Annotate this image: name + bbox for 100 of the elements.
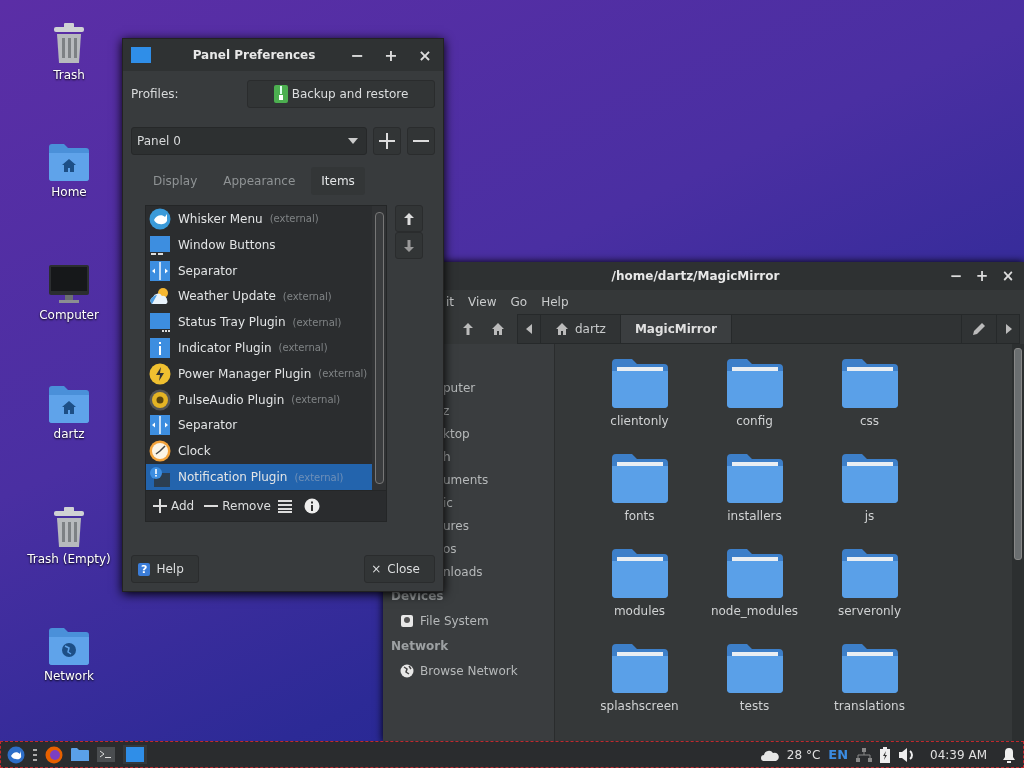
plugin-list-item[interactable]: Whisker Menu (external) — [146, 206, 372, 232]
plugin-list-item[interactable]: Indicator Plugin (external) — [146, 335, 372, 361]
sidebar-item[interactable]: uments — [443, 472, 489, 487]
plugin-list-item[interactable]: Clock — [146, 438, 372, 465]
menu-item[interactable]: View — [468, 295, 497, 309]
menu-item[interactable]: Help — [541, 295, 569, 309]
tab[interactable]: Items — [311, 167, 365, 195]
terminal-icon[interactable] — [97, 747, 115, 762]
folder-icon — [840, 358, 899, 408]
plugin-list-item[interactable]: Status Tray Plugin (external) — [146, 309, 372, 336]
folder-label[interactable]: clientonly — [610, 414, 669, 428]
pencil-icon[interactable] — [972, 322, 986, 336]
help-button[interactable]: ? Help — [131, 555, 199, 583]
window-title: /home/dartz/MagicMirror — [610, 269, 781, 283]
desktop-icon-label[interactable]: Network — [43, 669, 95, 683]
folder-icon — [725, 358, 784, 408]
folder-label[interactable]: config — [736, 414, 773, 428]
lightning-icon — [149, 362, 171, 385]
folder-label[interactable]: js — [864, 509, 875, 523]
remove-panel-button[interactable] — [407, 127, 435, 155]
right-arrow-icon[interactable] — [1004, 324, 1012, 334]
menu-item[interactable]: Go — [510, 295, 528, 309]
folder-label[interactable]: modules — [613, 604, 666, 618]
folder-label[interactable]: installers — [727, 509, 782, 523]
plugin-list-item[interactable]: Separator — [146, 257, 372, 284]
folder-label[interactable]: tests — [739, 699, 770, 713]
sidebar-item[interactable]: puter — [443, 380, 476, 395]
move-up-button[interactable] — [395, 205, 423, 232]
scrollbar[interactable] — [1012, 344, 1024, 742]
handle-icon[interactable] — [33, 747, 37, 762]
battery-icon[interactable] — [880, 746, 891, 763]
sidebar-item[interactable]: Browse Network — [420, 663, 518, 678]
info-icon[interactable] — [303, 498, 320, 514]
desktop-icon-label[interactable]: Home — [51, 185, 87, 199]
window-control-button[interactable]: + — [974, 267, 990, 285]
backup-button[interactable]: Backup and restore — [247, 80, 435, 108]
window-title: Panel Preferences — [191, 48, 317, 62]
folder-label[interactable]: serveronly — [837, 604, 902, 618]
keyboard-layout[interactable]: EN — [828, 747, 849, 762]
mouse-logo-icon[interactable] — [7, 745, 25, 764]
remove-button[interactable]: Remove — [201, 499, 274, 513]
clock[interactable]: 04:39 AM — [930, 747, 987, 762]
desktop-icon-label[interactable]: Trash — [53, 68, 85, 82]
folder-label[interactable]: splashscreen — [600, 699, 679, 713]
network-icon[interactable] — [856, 747, 873, 762]
window-control-button[interactable]: + — [379, 45, 403, 65]
home-icon — [555, 322, 569, 336]
sidebar-item[interactable]: File System — [420, 613, 489, 628]
sidebar-item[interactable]: ic — [443, 495, 453, 510]
window-control-button[interactable]: × — [1000, 267, 1016, 285]
plugin-list-item[interactable]: Power Manager Plugin (external) — [146, 360, 372, 387]
left-arrow-icon[interactable] — [525, 324, 533, 334]
path-button[interactable]: MagicMirror — [620, 315, 732, 343]
plugin-list-item[interactable]: Notification Plugin (external) — [146, 464, 372, 490]
desktop-icon-label[interactable]: Trash (Empty) — [27, 552, 111, 566]
browser-icon[interactable] — [45, 745, 63, 764]
plugin-list-item[interactable]: Separator — [146, 412, 372, 439]
tab[interactable]: Appearance — [213, 167, 306, 195]
plus-icon — [153, 499, 167, 513]
plugin-list-item[interactable]: PulseAudio Plugin (external) — [146, 386, 372, 413]
desktop-icon-label[interactable]: dartz — [53, 427, 85, 441]
menu-item[interactable]: it — [446, 295, 455, 309]
temperature[interactable]: 28 °C — [786, 747, 821, 762]
folder-label[interactable]: translations — [834, 699, 905, 713]
drive-icon — [400, 613, 414, 628]
tab[interactable]: Display — [143, 167, 208, 195]
folder-icon[interactable] — [71, 747, 89, 762]
move-down-button[interactable] — [395, 232, 423, 259]
globe-icon — [400, 663, 414, 678]
sidebar-item[interactable]: ures — [443, 518, 469, 533]
close-button[interactable]: × Close — [364, 555, 435, 583]
list-icon[interactable] — [277, 499, 292, 513]
folder-icon — [725, 453, 784, 503]
plugin-list-item[interactable]: Weather Update (external) — [146, 283, 372, 310]
sidebar-item[interactable]: ktop — [443, 426, 470, 441]
info-icon — [149, 336, 171, 359]
scrollbar[interactable] — [372, 206, 386, 490]
plugin-list-item[interactable]: Window Buttons — [146, 231, 372, 258]
up-arrow-icon[interactable] — [462, 322, 474, 336]
path-button[interactable]: dartz — [541, 315, 621, 343]
sidebar-item[interactable]: os — [443, 541, 457, 556]
app-icon — [131, 47, 151, 63]
add-button[interactable]: Add — [150, 499, 198, 513]
add-panel-button[interactable] — [373, 127, 401, 155]
sidebar-heading: Network — [390, 638, 450, 655]
desktop-icon-label[interactable]: Computer — [39, 308, 99, 322]
trash-icon — [51, 506, 87, 548]
home-folder-icon — [48, 143, 90, 181]
folder-label[interactable]: css — [859, 414, 880, 428]
bell-icon[interactable] — [1001, 746, 1017, 763]
sidebar-item[interactable]: nloads — [443, 564, 483, 579]
panel-dropdown[interactable]: Panel 0 — [131, 127, 367, 155]
folder-label[interactable]: node_modules — [710, 604, 799, 618]
folder-label[interactable]: fonts — [624, 509, 655, 523]
window-control-button[interactable]: − — [345, 45, 369, 65]
folder-icon — [725, 643, 784, 693]
window-control-button[interactable]: × — [413, 45, 437, 65]
window-control-button[interactable]: − — [948, 267, 964, 285]
folder-icon — [610, 643, 669, 693]
home-icon[interactable] — [491, 322, 505, 336]
